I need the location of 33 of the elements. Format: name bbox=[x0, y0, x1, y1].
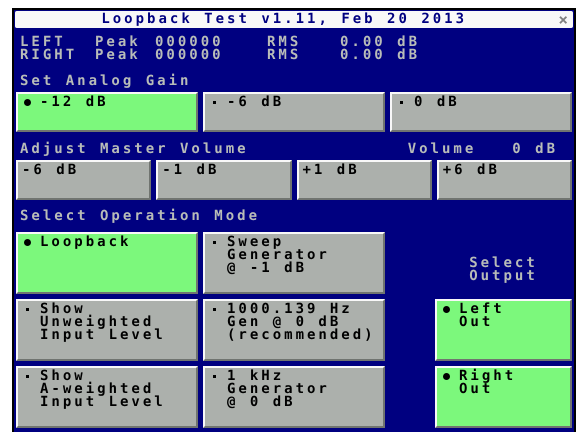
option-button[interactable]: Right Out bbox=[435, 366, 572, 428]
rms-value: 0.00 dB bbox=[340, 36, 422, 49]
option-button[interactable]: Show A-weighted Input Level bbox=[16, 366, 198, 428]
volume-button[interactable]: -1 dB bbox=[156, 160, 292, 200]
option-button[interactable]: Show Unweighted Input Level bbox=[16, 299, 198, 361]
volume-button[interactable]: +6 dB bbox=[436, 160, 572, 200]
peak-label: Peak bbox=[95, 49, 142, 62]
rms-label: RMS bbox=[267, 36, 302, 49]
option-button[interactable]: Sweep Generator @ -1 dB bbox=[203, 232, 385, 294]
section-heading: Select Operation Mode bbox=[20, 209, 260, 226]
option-button[interactable]: 0 dB bbox=[390, 92, 572, 132]
peak-value: 000000 bbox=[155, 36, 225, 49]
section-heading: Adjust Master Volume bbox=[20, 142, 249, 159]
option-button[interactable]: 1000.139 Hz Gen @ 0 dB (recommended) bbox=[203, 299, 385, 361]
rms-value: 0.00 dB bbox=[340, 49, 422, 62]
channel-label: LEFT bbox=[20, 36, 66, 49]
output-heading: Select Output bbox=[468, 254, 539, 283]
channel-label: RIGHT bbox=[20, 49, 78, 62]
volume-value: 0 dB bbox=[512, 142, 558, 159]
option-button[interactable]: Left Out bbox=[435, 299, 572, 361]
volume-button[interactable]: +1 dB bbox=[296, 160, 432, 200]
option-button[interactable]: Loopback bbox=[16, 232, 198, 294]
option-button[interactable]: -12 dB bbox=[16, 92, 198, 132]
rms-label: RMS bbox=[267, 49, 302, 62]
section-heading: Set Analog Gain bbox=[20, 74, 192, 91]
option-button[interactable]: -6 dB bbox=[203, 92, 385, 132]
peak-value: 000000 bbox=[155, 49, 225, 62]
option-button[interactable]: 1 kHz Generator @ 0 dB bbox=[203, 366, 385, 428]
peak-label: Peak bbox=[95, 36, 142, 49]
volume-label: Volume bbox=[408, 142, 476, 159]
close-button[interactable]: × bbox=[553, 11, 573, 28]
window-title: Loopback Test v1.11, Feb 20 2013 bbox=[100, 11, 468, 28]
volume-button[interactable]: -6 dB bbox=[16, 160, 152, 200]
